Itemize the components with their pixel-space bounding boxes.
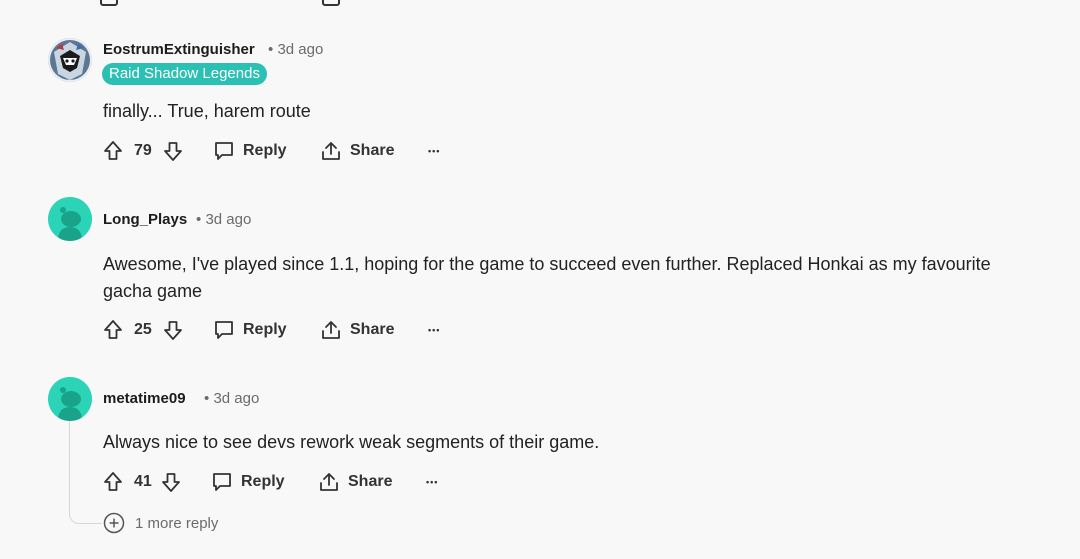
timestamp-text: 3d ago [277, 41, 324, 58]
reply-button[interactable]: Reply [211, 467, 285, 497]
reply-label: Reply [241, 473, 285, 490]
downvote-button[interactable] [160, 467, 182, 497]
default-snoo-avatar-icon [48, 377, 92, 421]
more-options-button[interactable]: ••• [428, 315, 440, 345]
upvote-arrow-icon [104, 472, 122, 491]
more-options-button[interactable]: ••• [428, 136, 440, 166]
comment-text-line: Awesome, I've played since 1.1, hoping f… [103, 254, 991, 274]
user-avatar[interactable] [48, 197, 92, 241]
comment-text: Always nice to see devs rework weak segm… [103, 432, 600, 452]
username[interactable]: EostrumExtinguisher [103, 41, 255, 58]
speech-bubble-icon [213, 473, 231, 491]
comment-actions: 25 Reply Share ••• [100, 315, 520, 345]
thread-line[interactable] [69, 420, 102, 524]
downvote-button[interactable] [162, 136, 184, 166]
share-label: Share [348, 473, 393, 490]
user-avatar[interactable] [48, 38, 92, 82]
downvote-arrow-icon [164, 321, 182, 340]
downvote-button[interactable] [162, 315, 184, 345]
previous-comment-actions-partial [100, 0, 360, 6]
share-icon [320, 473, 338, 491]
share-label: Share [350, 321, 395, 338]
more-replies-label: 1 more reply [135, 514, 219, 532]
reply-button[interactable]: Reply [213, 136, 287, 166]
reply-label: Reply [243, 321, 287, 338]
meta-separator: • [196, 211, 202, 228]
vote-score: 41 [134, 473, 152, 490]
share-icon [322, 142, 340, 160]
share-button[interactable]: Share [320, 315, 394, 345]
vote-score: 25 [134, 321, 152, 338]
upvote-button[interactable] [102, 136, 124, 166]
comment-timestamp[interactable]: • 3d ago [268, 41, 323, 58]
speech-bubble-icon [215, 321, 233, 339]
timestamp-text: 3d ago [213, 390, 260, 407]
upvote-arrow-icon [104, 320, 122, 339]
username[interactable]: metatime09 [103, 390, 186, 407]
comment-text-line: gacha game [103, 281, 203, 301]
comment-actions: 79 Reply Share ••• [100, 136, 520, 166]
meta-separator: • [204, 390, 210, 407]
comment-text: Awesome, I've played since 1.1, hoping f… [103, 251, 1050, 305]
downvote-arrow-icon [162, 473, 180, 492]
timestamp-text: 3d ago [205, 211, 252, 228]
default-snoo-avatar-icon [48, 197, 92, 241]
vote-score: 79 [134, 142, 152, 159]
plus-circle-icon [103, 512, 125, 534]
user-flair: Raid Shadow Legends [102, 63, 267, 85]
username[interactable]: Long_Plays [103, 211, 187, 228]
meta-separator: • [268, 41, 274, 58]
speech-bubble-icon [215, 142, 233, 160]
comment-timestamp[interactable]: • 3d ago [204, 390, 259, 407]
share-button[interactable]: Share [320, 136, 394, 166]
upvote-button[interactable] [102, 467, 124, 497]
more-options-icon: ••• [428, 146, 441, 156]
more-options-icon: ••• [426, 477, 439, 487]
comment-text: finally... True, harem route [103, 101, 311, 121]
share-icon [322, 321, 340, 339]
upvote-button[interactable] [102, 315, 124, 345]
upvote-arrow-icon [104, 141, 122, 160]
share-label: Share [350, 142, 395, 159]
share-button[interactable]: Share [318, 467, 392, 497]
more-options-button[interactable]: ••• [426, 467, 438, 497]
user-avatar[interactable] [48, 377, 92, 421]
more-replies-button[interactable]: 1 more reply [103, 512, 218, 534]
reply-button[interactable]: Reply [213, 315, 287, 345]
reply-label: Reply [243, 142, 287, 159]
downvote-arrow-icon [164, 142, 182, 161]
more-options-icon: ••• [428, 325, 441, 335]
avatar-icon [48, 38, 92, 82]
comment-timestamp[interactable]: • 3d ago [196, 211, 251, 228]
comment-actions: 41 Reply Share ••• [100, 467, 520, 497]
